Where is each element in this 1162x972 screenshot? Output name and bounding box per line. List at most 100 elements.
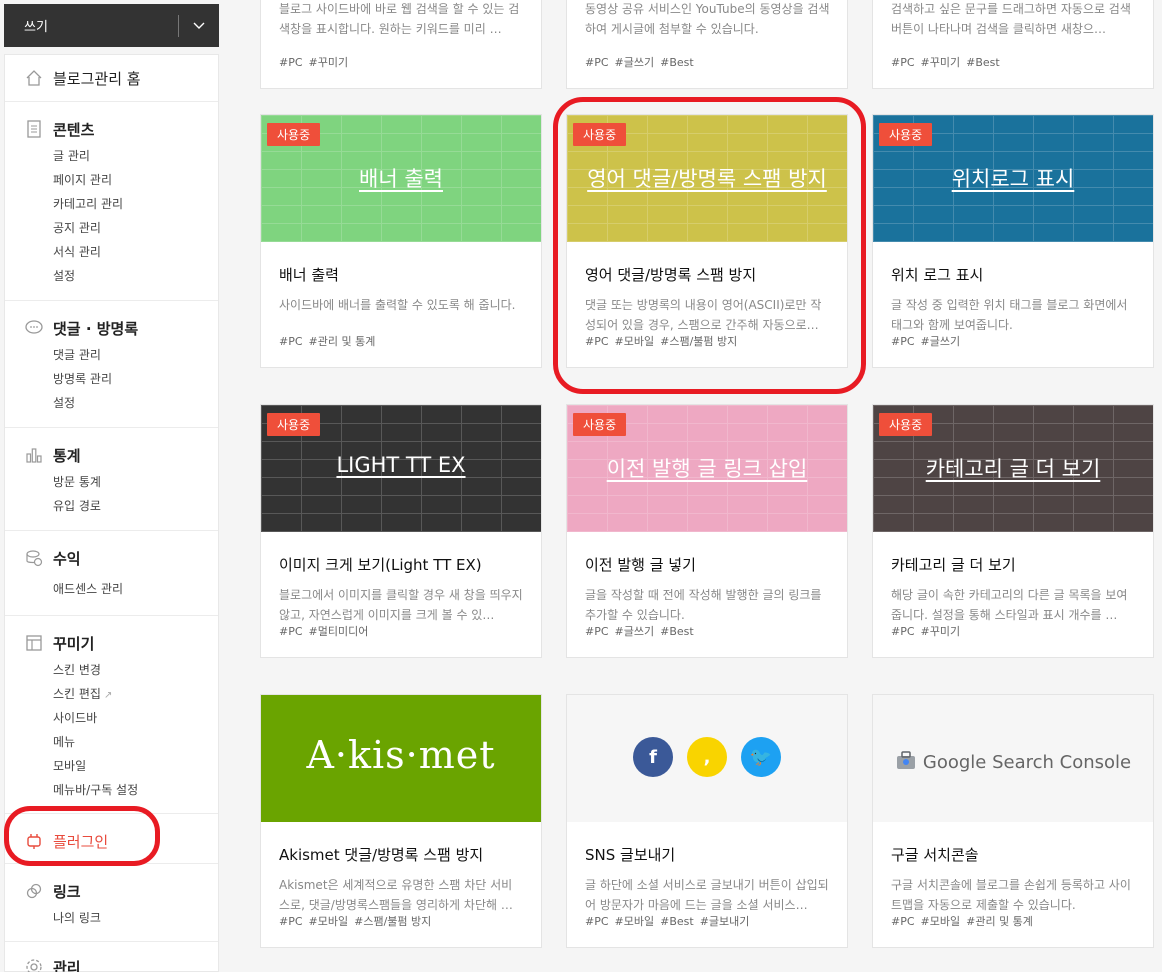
plugin-card[interactable]: 사용중 이전 발행 글 링크 삽입 이전 발행 글 넣기 글을 작성할 때 전에 작성… — [566, 404, 848, 658]
link-icon — [23, 880, 45, 902]
plugin-card-banner[interactable]: f, 🐦 — [567, 695, 847, 822]
nav-revenue-title: 수익 — [53, 549, 81, 568]
plugin-card-tags: #PC #글쓰기 #Best — [585, 623, 700, 639]
nav-item-referrer[interactable]: 유입 경로 — [5, 494, 218, 518]
bar-chart-icon — [23, 444, 45, 466]
nav-item-my-link[interactable]: 나의 링크 — [5, 906, 218, 930]
plugin-card-top-1[interactable]: 블로그 사이드바에 바로 웹 검색을 할 수 있는 검색창을 표시합니다. 원하… — [260, 0, 542, 89]
plugin-card-name[interactable]: 영어 댓글/방명록 스팸 방지 — [585, 264, 829, 285]
nav-stats[interactable]: 통계 — [5, 440, 218, 470]
write-button[interactable]: 쓰기 — [4, 4, 219, 47]
plugin-card-top-2[interactable]: 동영상 공유 서비스인 YouTube의 동영상을 검색하여 게시글에 첨부할 … — [566, 0, 848, 89]
nav-comments[interactable]: 댓글 · 방명록 — [5, 313, 218, 343]
nav-plugin-title: 플러그인 — [53, 832, 109, 851]
plugin-card-name[interactable]: 위치 로그 표시 — [891, 264, 1135, 285]
nav-item-comment-manage[interactable]: 댓글 관리 — [5, 343, 218, 367]
nav-item-comments-settings[interactable]: 설정 — [5, 391, 218, 415]
nav-item-guestbook-manage[interactable]: 방명록 관리 — [5, 367, 218, 391]
plugin-card-name[interactable]: Akismet 댓글/방명록 스팸 방지 — [279, 844, 523, 865]
plugin-card-name[interactable]: 구글 서치콘솔 — [891, 844, 1135, 865]
tag: #Best — [966, 56, 1000, 69]
plugin-card[interactable]: 사용중 영어 댓글/방명록 스팸 방지 영어 댓글/방명록 스팸 방지 댓글 또는 방… — [566, 114, 848, 368]
speech-bubble-icon — [23, 317, 45, 339]
toolbox-icon — [895, 749, 917, 776]
plugin-card-tags: #PC #모바일 #Best #글보내기 — [585, 913, 755, 929]
plugin-card-banner[interactable]: 사용중 이전 발행 글 링크 삽입 — [567, 405, 847, 532]
plugin-card[interactable]: 사용중 카테고리 글 더 보기 카테고리 글 더 보기 해당 글이 속한 카테고리의 … — [872, 404, 1154, 658]
nav-plugin[interactable]: 플러그인 — [5, 826, 218, 856]
tag: #모바일 — [614, 915, 655, 928]
nav-item-contents-settings[interactable]: 설정 — [5, 264, 218, 288]
coins-icon — [23, 547, 45, 569]
nav-item-page-manage[interactable]: 페이지 관리 — [5, 168, 218, 192]
tag: #PC — [279, 625, 303, 638]
plugin-card-banner[interactable]: Google Search Console — [873, 695, 1153, 822]
plugin-card-name[interactable]: 이미지 크게 보기(Light TT EX) — [279, 554, 523, 575]
plugin-card[interactable]: Google Search Console 구글 서치콘솔구글 서치콘솔에 블로그… — [872, 694, 1154, 948]
tag: #모바일 — [920, 915, 961, 928]
plugin-card-desc: 블로그 사이드바에 바로 웹 검색을 할 수 있는 검색창을 표시합니다. 원하… — [279, 2, 520, 36]
plugin-card-tags: #PC #글쓰기 #Best — [585, 54, 700, 70]
plugin-card-body: 영어 댓글/방명록 스팸 방지 댓글 또는 방명록의 내용이 영어(ASCII)로… — [567, 242, 847, 367]
nav-manage-title: 관리 — [53, 958, 81, 972]
plugin-card-desc: 구글 서치콘솔에 블로그를 손쉽게 등록하고 사이트맵을 자동으로 제출할 수 … — [891, 878, 1131, 912]
nav-revenue[interactable]: 수익 — [5, 543, 218, 573]
tag: #PC — [891, 56, 915, 69]
tag: #PC — [891, 915, 915, 928]
plugin-card-name[interactable]: 카테고리 글 더 보기 — [891, 554, 1135, 575]
document-icon — [23, 118, 45, 140]
nav-link[interactable]: 링크 — [5, 876, 218, 906]
nav-contents-title: 콘텐츠 — [53, 120, 95, 139]
nav-item-category-manage[interactable]: 카테고리 관리 — [5, 192, 218, 216]
plugin-card-banner[interactable]: A·kis·met — [261, 695, 541, 822]
tag: #관리 및 통계 — [966, 915, 1033, 928]
plugin-card-banner[interactable]: 사용중 영어 댓글/방명록 스팸 방지 — [567, 115, 847, 242]
nav-contents[interactable]: 콘텐츠 — [5, 114, 218, 144]
tag: #PC — [279, 56, 303, 69]
nav-section-manage: 관리 — [5, 941, 218, 972]
nav-item-sidebar[interactable]: 사이드바 — [5, 706, 218, 730]
nav-item-skin-edit-label: 스킨 편집 — [53, 687, 101, 701]
nav-item-adsense[interactable]: 애드센스 관리 — [5, 577, 218, 601]
plugin-card-body: 위치 로그 표시 글 작성 중 입력한 위치 태그를 블로그 화면에서 태그와 함… — [873, 242, 1153, 367]
nav-item-skin-edit[interactable]: 스킨 편집 ↗ — [5, 682, 218, 706]
nav-item-menu[interactable]: 메뉴 — [5, 730, 218, 754]
nav-home[interactable]: 블로그관리 홈 — [5, 63, 218, 93]
in-use-badge: 사용중 — [573, 413, 627, 436]
plugin-card[interactable]: 사용중 위치로그 표시 위치 로그 표시 글 작성 중 입력한 위치 태그를 블로그 … — [872, 114, 1154, 368]
tag: #PC — [891, 335, 915, 348]
nav-item-post-manage[interactable]: 글 관리 — [5, 144, 218, 168]
tag: #Best — [660, 915, 694, 928]
in-use-badge: 사용중 — [267, 123, 321, 146]
nav-section-contents: 콘텐츠 글 관리 페이지 관리 카테고리 관리 공지 관리 서식 관리 설정 — [5, 101, 218, 288]
plugin-card-name[interactable]: 이전 발행 글 넣기 — [585, 554, 829, 575]
plug-icon — [23, 830, 45, 852]
plugin-card[interactable]: 사용중 배너 출력 배너 출력 사이드바에 배너를 출력할 수 있도록 해 줍니다. #… — [260, 114, 542, 368]
nav-item-template-manage[interactable]: 서식 관리 — [5, 240, 218, 264]
plugin-card-banner[interactable]: 사용중카테고리 글 더 보기 — [873, 405, 1153, 532]
plugin-card[interactable]: f, 🐦 SNS 글보내기 글 하단에 소셜 서비스로 글보내기 버튼이 삽입되어 방… — [566, 694, 848, 948]
plugin-card-banner[interactable]: 사용중 위치로그 표시 — [873, 115, 1153, 242]
tag: #글쓰기 — [614, 56, 655, 69]
plugin-card-banner-title: 카테고리 글 더 보기 — [925, 457, 1101, 481]
plugin-card[interactable]: A·kis·met Akismet 댓글/방명록 스팸 방지 Akismet은 세계… — [260, 694, 542, 948]
plugin-card-name[interactable]: 배너 출력 — [279, 264, 523, 285]
nav-item-skin-change[interactable]: 스킨 변경 — [5, 658, 218, 682]
plugin-card-top-3[interactable]: 검색하고 싶은 문구를 드래그하면 자동으로 검색 버튼이 나타나며 검색을 클… — [872, 0, 1154, 89]
plugin-card-tags: #PC #모바일 #스팸/불펌 방지 — [279, 913, 437, 929]
nav-item-mobile[interactable]: 모바일 — [5, 754, 218, 778]
nav-item-menubar-subscribe[interactable]: 메뉴바/구독 설정 — [5, 778, 218, 802]
plugin-card-desc: 사이드바에 배너를 출력할 수 있도록 해 줍니다. — [279, 298, 516, 312]
nav-item-notice-manage[interactable]: 공지 관리 — [5, 216, 218, 240]
plugin-card-banner[interactable]: 사용중 LIGHT TT EX — [261, 405, 541, 532]
nav-manage[interactable]: 관리 — [5, 952, 218, 972]
chevron-down-icon[interactable] — [179, 4, 219, 47]
plugin-card[interactable]: 사용중 LIGHT TT EX 이미지 크게 보기(Light TT EX) 블로그에… — [260, 404, 542, 658]
plugin-card-banner-title: LIGHT TT EX — [336, 453, 466, 477]
nav-decorate[interactable]: 꾸미기 — [5, 628, 218, 658]
plugin-card-name[interactable]: SNS 글보내기 — [585, 844, 829, 865]
in-use-badge: 사용중 — [879, 413, 933, 436]
nav-home-label: 블로그관리 홈 — [53, 69, 141, 88]
nav-item-visit-stats[interactable]: 방문 통계 — [5, 470, 218, 494]
plugin-card-banner[interactable]: 사용중 배너 출력 — [261, 115, 541, 242]
